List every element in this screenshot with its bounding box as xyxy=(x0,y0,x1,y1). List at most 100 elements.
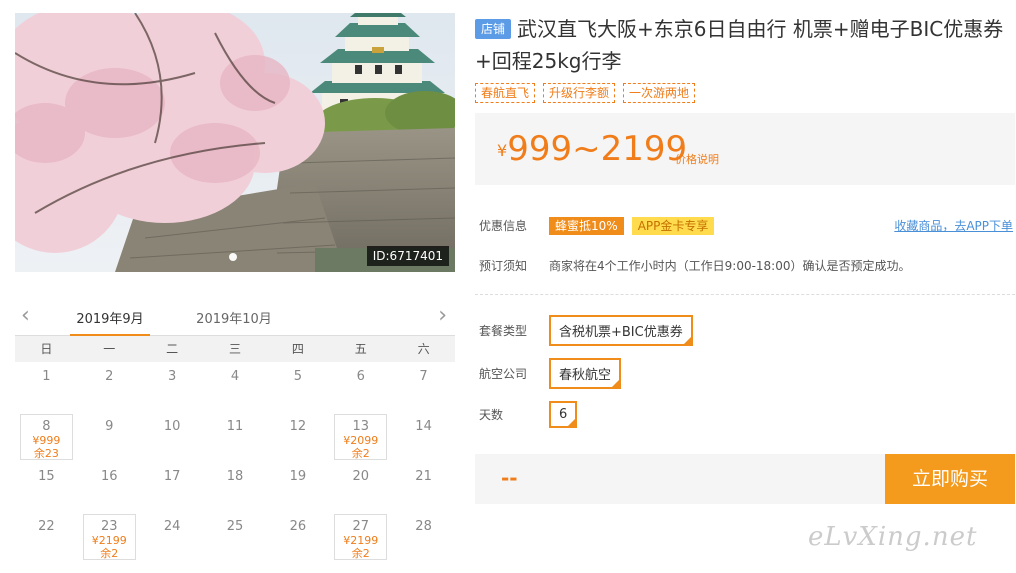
product-info: 店铺 武汉直飞大阪+东京6日自由行 机票+赠电子BIC优惠券+回程25kg行李 春… xyxy=(475,13,1015,504)
calendar-day: 18 xyxy=(204,462,267,512)
carousel-dot[interactable] xyxy=(229,253,237,261)
day-number: 12 xyxy=(289,419,307,434)
airline-row: 航空公司 春秋航空 xyxy=(479,358,622,389)
calendar-nav: ‹ 2019年9月 2019年10月 › xyxy=(15,300,455,336)
day-number: 8 xyxy=(42,419,51,434)
package-label: 套餐类型 xyxy=(479,324,528,338)
price-currency: ¥ xyxy=(497,141,508,160)
days-option[interactable]: 6 xyxy=(549,401,578,428)
departure-calendar: ‹ 2019年9月 2019年10月 › 日 一 二 三 四 五 六 12345… xyxy=(15,300,455,562)
weekday-label: 日 xyxy=(40,342,53,356)
day-number: 3 xyxy=(167,369,177,384)
day-number: 2 xyxy=(105,369,114,384)
calendar-day: 24 xyxy=(141,512,204,562)
day-remaining: 余2 xyxy=(351,547,370,560)
day-number: 14 xyxy=(415,419,432,434)
day-number: 25 xyxy=(226,519,244,534)
calendar-day-available[interactable]: 27 ¥2199 余2 xyxy=(329,512,392,562)
day-price: ¥2099 xyxy=(343,434,379,447)
product-title-text: 武汉直飞大阪+东京6日自由行 机票+赠电子BIC优惠券+回程25kg行李 xyxy=(475,17,1004,73)
price-range: ¥999~2199 xyxy=(497,129,687,169)
price-panel: ¥999~2199 价格说明 xyxy=(475,113,1015,185)
calendar-day: 25 xyxy=(204,512,267,562)
calendar-day: 15 xyxy=(15,462,78,512)
chevron-left-icon[interactable]: ‹ xyxy=(21,304,30,328)
calendar-day: 17 xyxy=(141,462,204,512)
chevron-right-icon[interactable]: › xyxy=(438,304,447,328)
discount-row: 优惠信息 蜂蜜抵10% APP金卡专享 xyxy=(479,217,715,235)
day-number: 18 xyxy=(226,469,244,484)
booking-label: 预订须知 xyxy=(479,259,528,273)
booking-text: 商家将在4个工作小时内（工作日9:00-18:00）确认是否预定成功。 xyxy=(549,259,911,273)
calendar-day-available[interactable]: 23 ¥2199 余2 xyxy=(78,512,141,562)
calendar-day: 9 xyxy=(78,412,141,462)
carousel-dots[interactable] xyxy=(229,253,237,261)
days-label: 天数 xyxy=(479,408,504,422)
calendar-day: 16 xyxy=(78,462,141,512)
weekday-label: 二 xyxy=(166,342,179,356)
airline-option[interactable]: 春秋航空 xyxy=(549,358,622,389)
day-number: 10 xyxy=(163,419,181,434)
day-number: 26 xyxy=(289,519,307,534)
day-number: 16 xyxy=(101,469,118,484)
day-number: 17 xyxy=(163,469,181,484)
calendar-grid: 1 2 3 4 5 6 7 8 ¥999 余23 9 10 11 12 13 ¥2099 余2 14 15 16 17 1… xyxy=(15,362,455,562)
calendar-day: 1 xyxy=(15,362,78,412)
day-number: 23 xyxy=(101,519,118,534)
day-number: 7 xyxy=(419,369,428,384)
price-note-link[interactable]: 价格说明 xyxy=(675,151,719,167)
buy-now-button[interactable]: 立即购买 xyxy=(885,454,1015,504)
watermark: eLvXing.net xyxy=(808,522,978,552)
day-price: ¥999 xyxy=(32,434,61,447)
day-number: 20 xyxy=(352,469,369,484)
calendar-day: 21 xyxy=(392,462,455,512)
day-number: 24 xyxy=(163,519,181,534)
photo-id-label: ID:6717401 xyxy=(366,246,449,266)
calendar-day: 3 xyxy=(141,362,204,412)
airline-label: 航空公司 xyxy=(479,367,528,381)
product-photo[interactable]: ID:6717401 xyxy=(15,13,455,272)
promo-badge-honey: 蜂蜜抵10% xyxy=(549,217,624,235)
calendar-day: 2 xyxy=(78,362,141,412)
calendar-day-available[interactable]: 8 ¥999 余23 xyxy=(15,412,78,462)
discount-label: 优惠信息 xyxy=(479,219,528,233)
booking-notice-row: 预订须知 商家将在4个工作小时内（工作日9:00-18:00）确认是否预定成功。 xyxy=(479,257,911,274)
weekday-label: 六 xyxy=(417,342,430,356)
calendar-day-available[interactable]: 13 ¥2099 余2 xyxy=(329,412,392,462)
weekday-header: 日 一 二 三 四 五 六 xyxy=(15,336,455,362)
package-row: 套餐类型 含税机票+BIC优惠券 xyxy=(479,315,693,346)
calendar-day: 5 xyxy=(266,362,329,412)
day-number: 15 xyxy=(38,469,55,484)
calendar-day: 28 xyxy=(392,512,455,562)
tab-month-sep[interactable]: 2019年9月 xyxy=(70,308,150,336)
calendar-day: 7 xyxy=(392,362,455,412)
package-option[interactable]: 含税机票+BIC优惠券 xyxy=(549,315,693,346)
day-number: 13 xyxy=(352,419,369,434)
day-number: 4 xyxy=(230,369,240,384)
day-remaining: 余2 xyxy=(100,547,119,560)
tab-month-oct[interactable]: 2019年10月 xyxy=(194,308,274,336)
purchase-bar: -- 立即购买 xyxy=(475,454,1015,504)
calendar-day: 10 xyxy=(141,412,204,462)
weekday-label: 三 xyxy=(228,342,241,356)
divider xyxy=(475,294,1015,295)
day-number: 9 xyxy=(105,419,114,434)
day-number: 28 xyxy=(415,519,432,534)
weekday-label: 一 xyxy=(103,342,116,356)
day-price: ¥2199 xyxy=(343,534,379,547)
weekday-label: 五 xyxy=(354,342,367,356)
weekday-label: 四 xyxy=(291,342,304,356)
day-number: 5 xyxy=(293,369,302,384)
product-tags: 春航直飞 升级行李额 一次游两地 xyxy=(475,83,1015,103)
total-price: -- xyxy=(501,466,518,490)
day-number: 11 xyxy=(226,419,244,434)
calendar-day: 11 xyxy=(204,412,267,462)
day-number: 19 xyxy=(289,469,307,484)
day-remaining: 余2 xyxy=(351,447,370,460)
favorite-app-link[interactable]: 收藏商品，去APP下单 xyxy=(894,217,1013,234)
calendar-day: 4 xyxy=(204,362,267,412)
day-number: 1 xyxy=(42,369,51,384)
calendar-day: 6 xyxy=(329,362,392,412)
calendar-day: 14 xyxy=(392,412,455,462)
calendar-day: 12 xyxy=(266,412,329,462)
